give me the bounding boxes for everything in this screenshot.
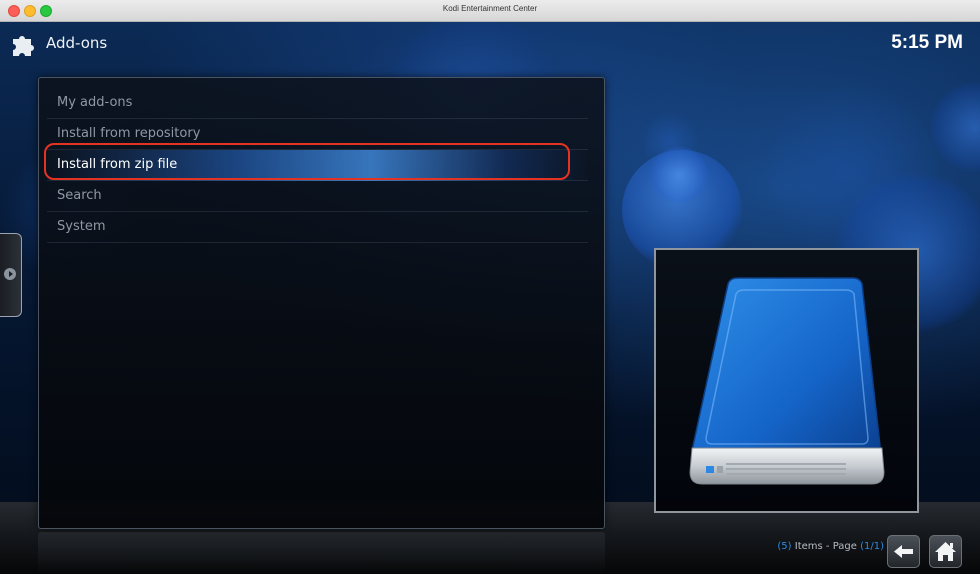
panel-reflection — [38, 532, 605, 574]
menu-item-search[interactable]: Search — [47, 181, 588, 212]
items-page-status: (5) Items - Page (1/1) — [744, 541, 884, 552]
window-titlebar[interactable]: Kodi Entertainment Center — [0, 0, 980, 22]
puzzle-piece-icon — [13, 36, 34, 56]
page-title: Add-ons — [46, 34, 108, 52]
expand-arrow-icon — [4, 268, 16, 280]
kodi-window: Kodi Entertainment Center Add-ons 5:15 P… — [0, 0, 980, 574]
external-drive-icon — [689, 277, 885, 485]
background-bubble — [760, 82, 940, 262]
red-highlight-annotation — [44, 143, 570, 180]
items-count: (5) — [777, 541, 792, 552]
menu-item-system[interactable]: System — [47, 212, 588, 243]
window-title: Kodi Entertainment Center — [442, 4, 538, 13]
home-icon — [935, 542, 956, 561]
preview-thumbnail — [654, 248, 919, 513]
menu-item-my-addons[interactable]: My add-ons — [47, 88, 588, 119]
items-label: Items - Page — [791, 541, 861, 552]
clock: 5:15 PM — [891, 32, 963, 53]
back-arrow-icon — [894, 545, 913, 558]
home-button[interactable] — [929, 535, 962, 568]
page-indicator: (1/1) — [860, 541, 884, 552]
kodi-stage: Add-ons 5:15 PM My add-ons Install from … — [0, 22, 980, 574]
back-button[interactable] — [887, 535, 920, 568]
background-bubble — [640, 112, 700, 172]
side-menu-tab[interactable] — [0, 233, 22, 317]
